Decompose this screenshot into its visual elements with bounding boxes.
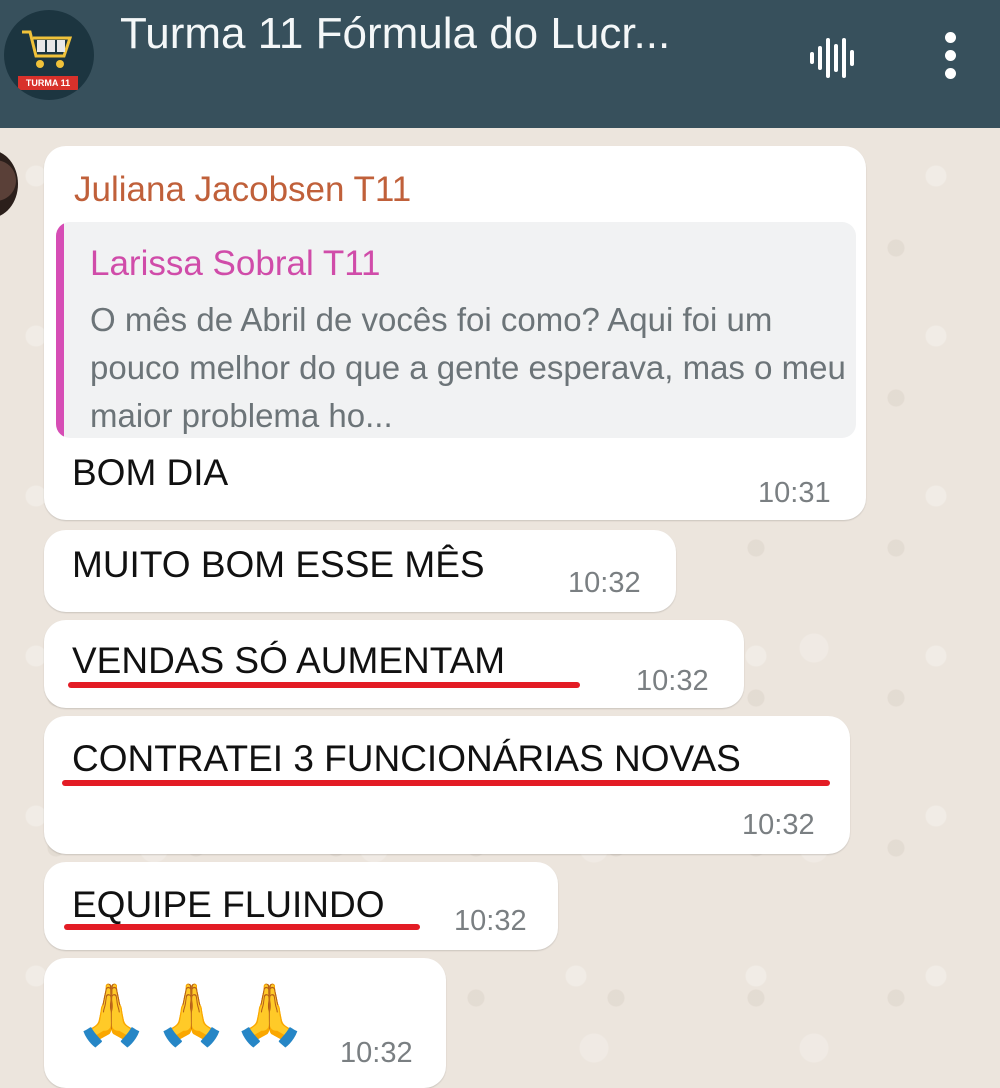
message-time: 10:32 (742, 809, 815, 841)
quote-author: Larissa Sobral T11 (90, 244, 381, 283)
praying-hands-emoji: 🙏 (154, 981, 229, 1048)
sender-name[interactable]: Juliana Jacobsen T11 (74, 170, 411, 210)
message-bubble[interactable]: MUITO BOM ESSE MÊS 10:32 (44, 530, 676, 612)
message-text: BOM DIA (72, 452, 229, 493)
message-text: MUITO BOM ESSE MÊS (72, 544, 485, 585)
message-text: VENDAS SÓ AUMENTAM (72, 640, 506, 681)
more-vertical-icon[interactable] (940, 32, 960, 82)
message-time: 10:32 (454, 905, 527, 937)
chat-title[interactable]: Turma 11 Fórmula do Lucr... (120, 10, 760, 58)
message-bubble[interactable]: CONTRATEI 3 FUNCIONÁRIAS NOVAS 10:32 (44, 716, 850, 854)
red-underline (64, 924, 420, 930)
message-bubble[interactable]: 🙏 🙏 🙏 10:32 (44, 958, 446, 1088)
red-underline (62, 780, 830, 786)
red-underline (68, 682, 580, 688)
message-time: 10:31 (758, 477, 831, 509)
shopping-cart-icon (22, 30, 72, 68)
message-bubble[interactable]: VENDAS SÓ AUMENTAM 10:32 (44, 620, 744, 708)
quote-text: O mês de Abril de vocês foi como? Aqui f… (90, 301, 846, 434)
message-bubble[interactable]: Juliana Jacobsen T11 Larissa Sobral T11 … (44, 146, 866, 520)
chat-header[interactable]: TURMA 11 Turma 11 Fórmula do Lucr... (0, 0, 1000, 128)
message-time: 10:32 (636, 665, 709, 697)
message-bubble[interactable]: EQUIPE FLUINDO 10:32 (44, 862, 558, 950)
quoted-message[interactable]: Larissa Sobral T11 O mês de Abril de voc… (56, 222, 856, 438)
audio-waveform-icon[interactable] (808, 36, 856, 80)
message-text: CONTRATEI 3 FUNCIONÁRIAS NOVAS (72, 738, 741, 779)
message-time: 10:32 (340, 1037, 413, 1069)
praying-hands-emoji: 🙏 (74, 981, 149, 1048)
praying-hands-emoji: 🙏 (232, 981, 307, 1048)
quote-bar (56, 222, 64, 438)
group-avatar[interactable]: TURMA 11 (4, 10, 94, 100)
avatar-badge: TURMA 11 (18, 76, 78, 90)
message-time: 10:32 (568, 567, 641, 599)
message-text: EQUIPE FLUINDO (72, 884, 385, 925)
